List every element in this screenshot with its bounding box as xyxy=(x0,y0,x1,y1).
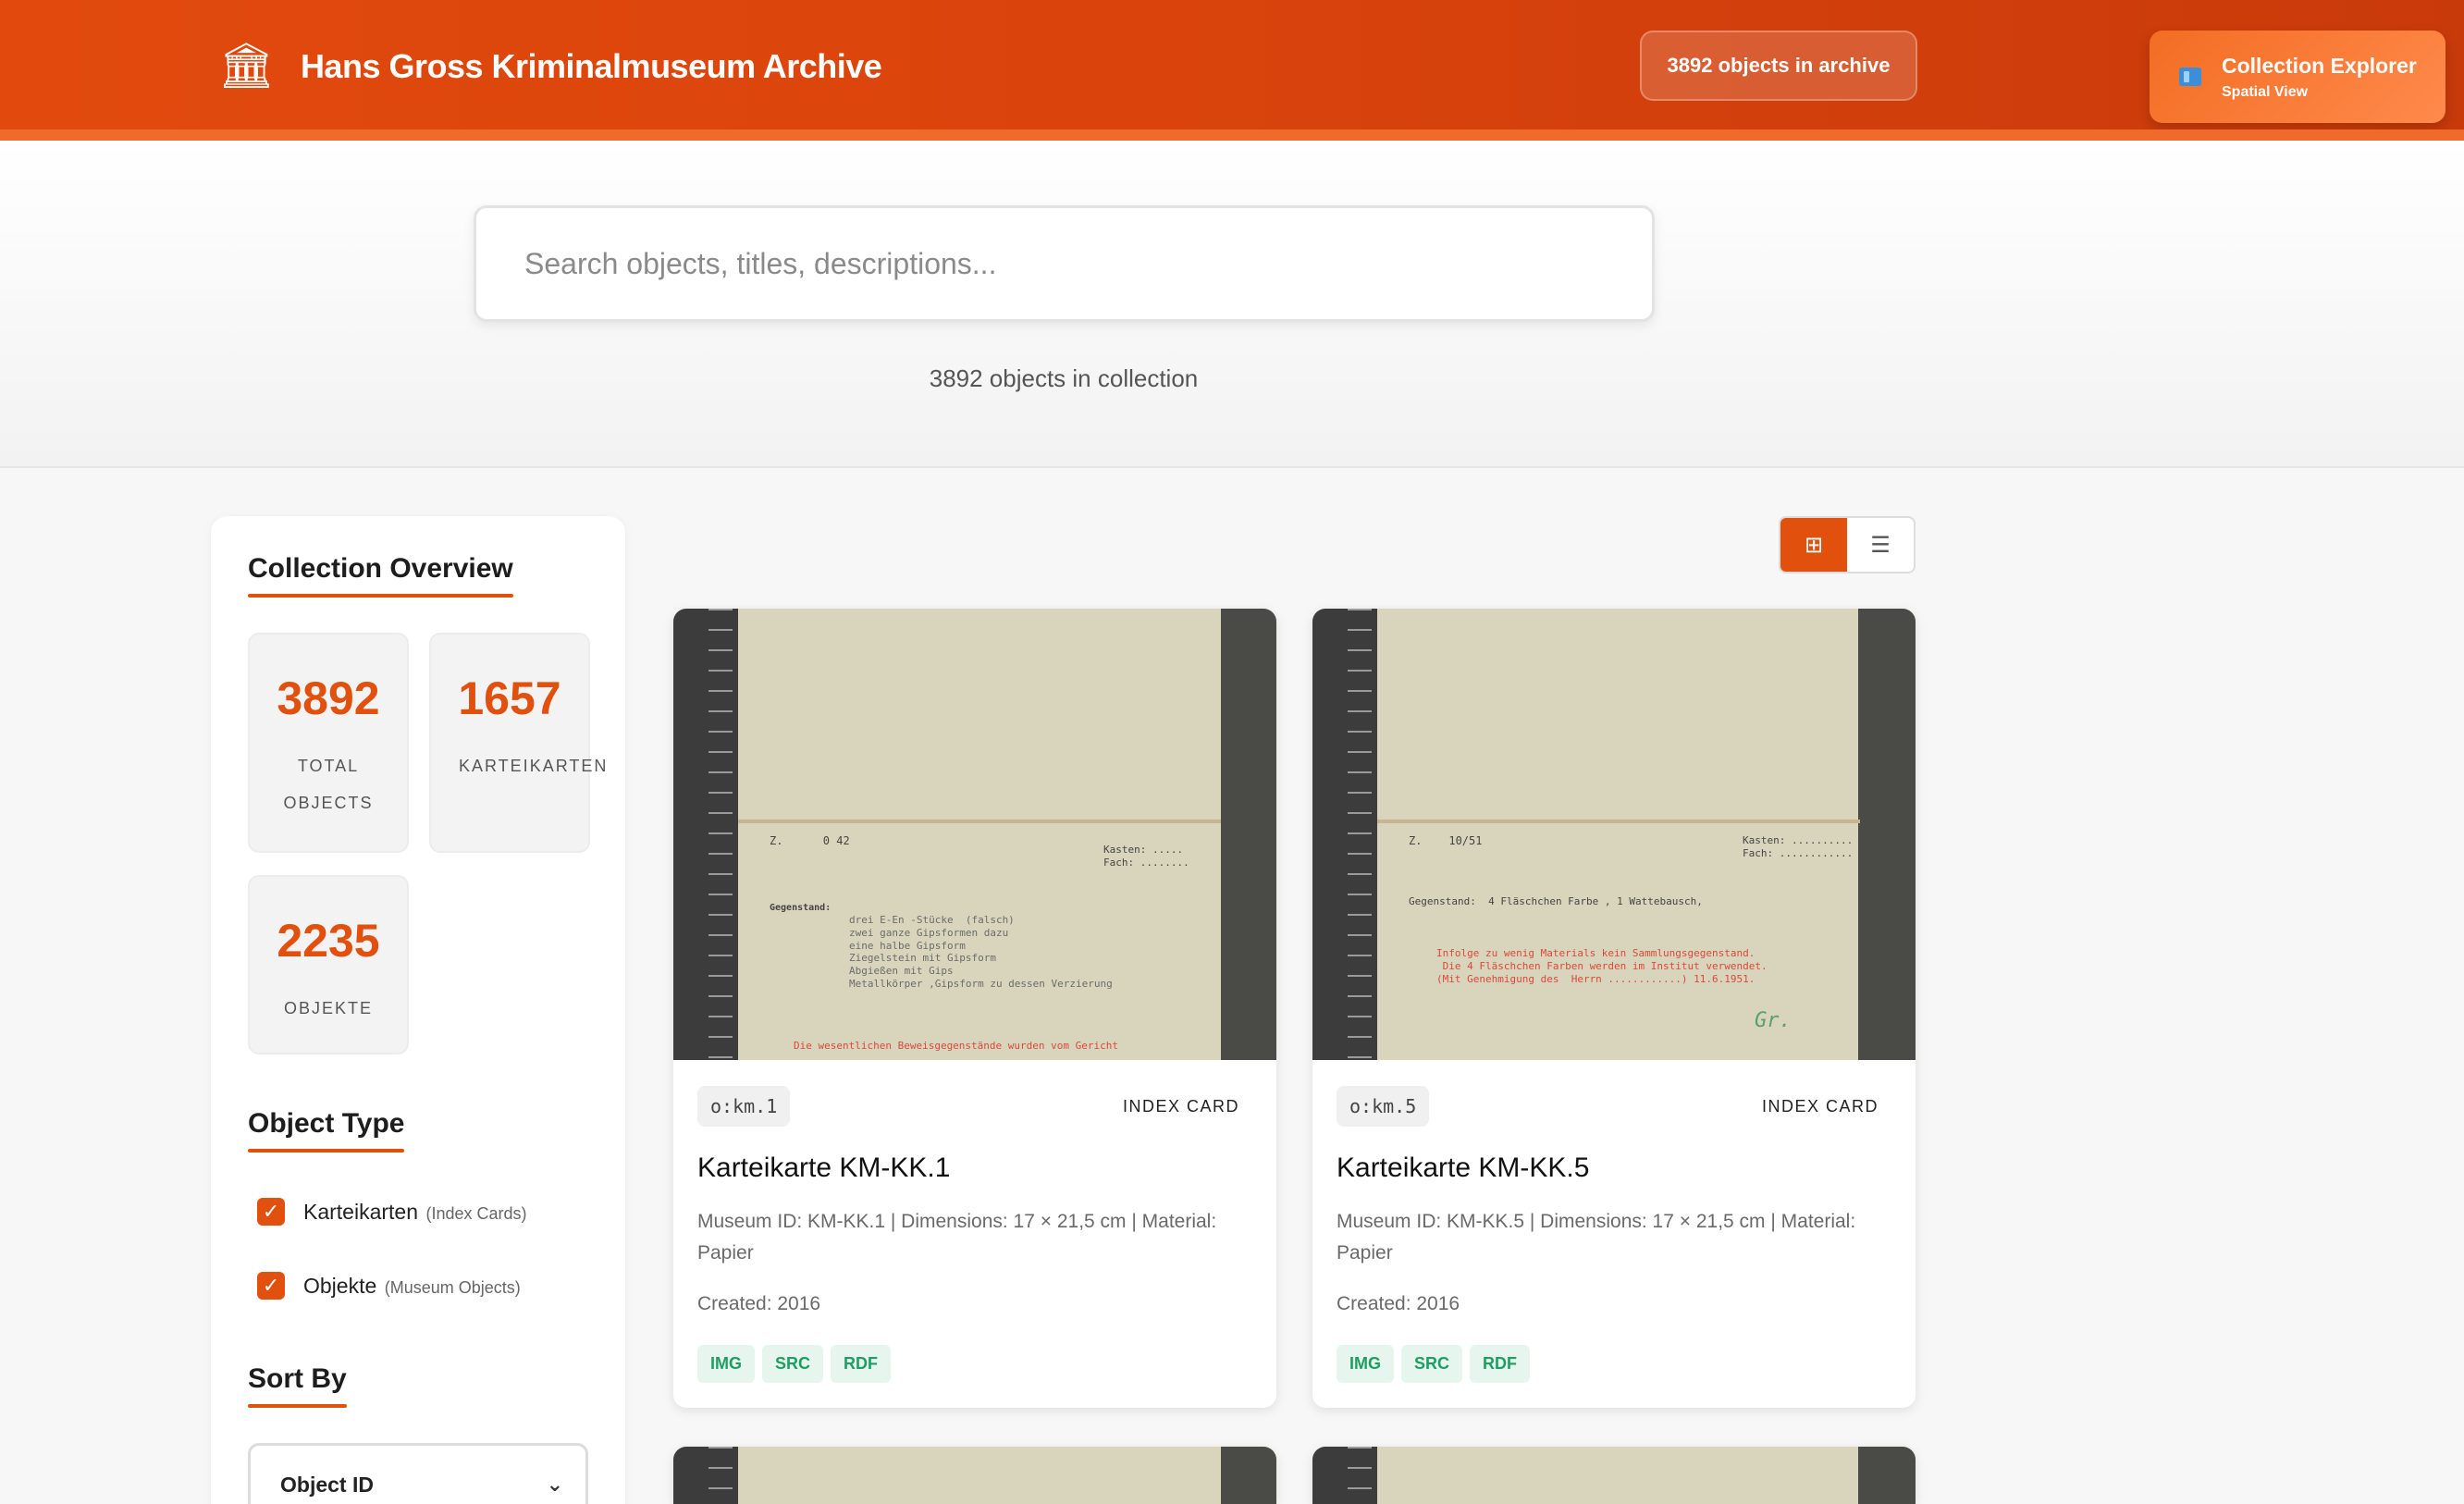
badge-rdf[interactable]: RDF xyxy=(831,1345,892,1383)
index-card-scan-image: Z. 0 42 Kasten: ..... Fach: ........ Geg… xyxy=(673,609,1276,1060)
sort-value: Object ID xyxy=(280,1472,374,1497)
stat-value: 1657 xyxy=(458,672,561,724)
app-title: Hans Gross Kriminalmuseum Archive xyxy=(300,47,882,85)
checkbox-checked-icon[interactable]: ✓ xyxy=(257,1198,285,1226)
card-created: Created: 2016 xyxy=(1337,1293,1460,1314)
brand[interactable]: 🏛 Hans Gross Kriminalmuseum Archive xyxy=(218,41,882,92)
filter-sidebar: Collection Overview 3892 TOTAL OBJECTS 1… xyxy=(211,516,625,1504)
card-created: Created: 2016 xyxy=(697,1293,821,1314)
list-icon: ☰ xyxy=(1870,532,1891,558)
scan-ruler xyxy=(1312,609,1377,1060)
object-type-label: INDEX CARD xyxy=(1761,1096,1879,1116)
stat-card-total: 3892 TOTAL OBJECTS xyxy=(248,633,409,853)
stat-card-karteikarten: 1657 KARTEIKARTEN xyxy=(429,633,606,853)
object-type-title: Object Type xyxy=(248,1108,405,1153)
view-toggle: ⊞ ☰ xyxy=(1779,516,1916,573)
card-description: Museum ID: KM-KK.1 | Dimensions: 17 × 21… xyxy=(697,1211,1217,1264)
badge-src[interactable]: SRC xyxy=(1401,1345,1463,1383)
index-card-scan-image xyxy=(1312,1447,1916,1504)
app-header: 🏛 Hans Gross Kriminalmuseum Archive 3892… xyxy=(0,0,2464,129)
filter-sublabel: (Museum Objects) xyxy=(384,1277,521,1297)
grid-view-button[interactable]: ⊞ xyxy=(1780,518,1847,572)
card-title[interactable]: Karteikarte KM-KK.1 xyxy=(697,1153,1252,1184)
sort-select[interactable]: Object ID ⌄ xyxy=(248,1443,588,1504)
stat-label: KARTEIKARTEN xyxy=(459,757,609,775)
stat-card-objekte: 2235 OBJEKTE xyxy=(248,875,409,1054)
index-card-scan-image: Z. 10/51 Kasten: .......... Fach: ......… xyxy=(1312,609,1916,1060)
filter-karteikarten[interactable]: ✓ Karteikarten (Index Cards) xyxy=(257,1198,527,1226)
object-card[interactable]: Z. 10/51 Kasten: .......... Fach: ......… xyxy=(1312,609,1916,1408)
search-section: 3892 objects in collection xyxy=(0,141,2464,468)
filter-label: Objekte xyxy=(303,1273,377,1298)
stat-label: OBJEKTE xyxy=(283,999,374,1017)
chevron-down-icon: ⌄ xyxy=(546,1473,563,1496)
archive-count-pill: 3892 objects in archive xyxy=(1640,31,1917,101)
index-card-scan-image xyxy=(673,1447,1276,1504)
collection-explorer-button[interactable]: Collection Explorer Spatial View xyxy=(2150,31,2446,123)
badge-img[interactable]: IMG xyxy=(1337,1345,1394,1383)
filter-label: Karteikarten xyxy=(303,1199,419,1224)
list-view-button[interactable]: ☰ xyxy=(1847,518,1914,572)
object-id-chip: o:km.5 xyxy=(1337,1086,1430,1127)
search-input[interactable] xyxy=(474,205,1655,322)
object-card[interactable]: Z. 0 42 Kasten: ..... Fach: ........ Geg… xyxy=(673,609,1276,1408)
object-card[interactable] xyxy=(673,1447,1276,1504)
scan-ruler xyxy=(673,609,738,1060)
filter-objekte[interactable]: ✓ Objekte (Museum Objects) xyxy=(257,1272,521,1300)
filter-sublabel: (Index Cards) xyxy=(425,1203,527,1223)
stat-value: 3892 xyxy=(277,672,380,724)
object-type-label: INDEX CARD xyxy=(1122,1096,1239,1116)
object-id-chip: o:km.1 xyxy=(697,1086,791,1127)
stat-label: TOTAL OBJECTS xyxy=(283,757,374,812)
stat-value: 2235 xyxy=(277,915,380,967)
sort-by-title: Sort By xyxy=(248,1363,347,1408)
explorer-title: Collection Explorer xyxy=(2222,53,2417,78)
grid-icon: ⊞ xyxy=(1804,532,1824,558)
card-title[interactable]: Karteikarte KM-KK.5 xyxy=(1337,1153,1891,1184)
collection-overview-title: Collection Overview xyxy=(248,553,513,598)
badge-src[interactable]: SRC xyxy=(762,1345,824,1383)
badge-rdf[interactable]: RDF xyxy=(1470,1345,1531,1383)
explorer-subtitle: Spatial View xyxy=(2222,83,2309,100)
map-icon xyxy=(2179,68,2201,86)
collection-count: 3892 objects in collection xyxy=(929,364,1199,392)
object-card[interactable] xyxy=(1312,1447,1916,1504)
museum-building-icon: 🏛 xyxy=(218,42,275,91)
badge-img[interactable]: IMG xyxy=(697,1345,755,1383)
card-description: Museum ID: KM-KK.5 | Dimensions: 17 × 21… xyxy=(1337,1211,1856,1264)
checkbox-checked-icon[interactable]: ✓ xyxy=(257,1272,285,1300)
header-accent-stripe xyxy=(0,129,2464,141)
